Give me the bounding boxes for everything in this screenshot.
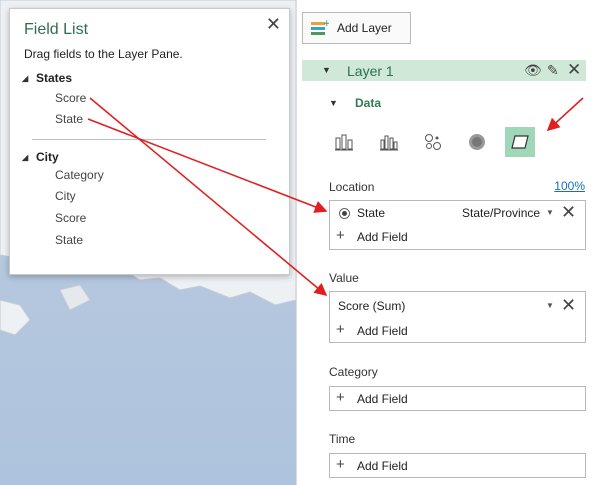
location-box: State State/Province ▼ ✕ + Add Field — [329, 200, 586, 250]
radio-icon[interactable] — [339, 208, 350, 219]
location-field-row[interactable]: State State/Province ▼ ✕ — [330, 202, 585, 224]
add-layer-icon: + — [311, 19, 329, 35]
add-field-label: Add Field — [357, 230, 408, 244]
clustered-column-icon — [380, 135, 398, 151]
clustered-column-button[interactable] — [374, 127, 404, 157]
value-field-row[interactable]: Score (Sum) ▼ ✕ — [330, 295, 585, 317]
field-item-score[interactable]: Score — [55, 91, 86, 105]
delete-icon[interactable]: ✕ — [567, 60, 581, 80]
plus-icon: + — [336, 389, 345, 406]
field-item-state[interactable]: State — [55, 112, 83, 126]
heat-map-button[interactable] — [462, 127, 492, 157]
field-item-state[interactable]: State — [55, 233, 83, 247]
collapse-triangle-icon[interactable]: ◢ — [22, 74, 28, 83]
location-field-name: State — [357, 206, 386, 220]
collapse-triangle-icon[interactable]: ▼ — [322, 65, 331, 75]
field-list-panel: Field List ✕ Drag fields to the Layer Pa… — [9, 8, 290, 275]
add-field-row[interactable]: + Add Field — [330, 226, 585, 248]
dropdown-arrow-icon[interactable]: ▼ — [546, 301, 554, 310]
layer-header[interactable]: ▼ Layer 1 👁 ✎ ✕ — [302, 60, 586, 81]
category-label: Category — [329, 365, 378, 379]
add-field-row[interactable]: + Add Field — [330, 388, 585, 410]
stacked-column-icon — [335, 134, 353, 151]
eye-icon[interactable]: 👁 — [524, 62, 542, 79]
value-label: Value — [329, 271, 359, 285]
value-box: Score (Sum) ▼ ✕ + Add Field — [329, 291, 586, 343]
stacked-column-button[interactable] — [329, 127, 359, 157]
remove-field-icon[interactable]: ✕ — [561, 295, 576, 316]
bubble-button[interactable] — [418, 127, 448, 157]
field-group-city[interactable]: ◢ City — [22, 150, 59, 164]
location-label: Location — [329, 180, 375, 194]
time-box: + Add Field — [329, 453, 586, 478]
collapse-triangle-icon[interactable]: ◢ — [22, 153, 28, 162]
remove-field-icon[interactable]: ✕ — [561, 202, 576, 223]
layer-name[interactable]: Layer 1 — [347, 63, 394, 79]
add-field-row[interactable]: + Add Field — [330, 320, 585, 342]
plus-icon: + — [336, 456, 345, 473]
layer-pane: + Add Layer ▼ Layer 1 👁 ✎ ✕ ▼ Data Locat… — [296, 0, 607, 485]
divider — [32, 139, 266, 140]
add-field-label: Add Field — [357, 459, 408, 473]
bubble-icon — [425, 134, 441, 150]
field-group-states[interactable]: ◢ States — [22, 71, 72, 85]
value-field-name: Score (Sum) — [338, 299, 406, 313]
add-field-label: Add Field — [357, 392, 408, 406]
field-item-score[interactable]: Score — [55, 211, 86, 225]
region-icon — [511, 135, 529, 149]
plus-icon: + — [336, 321, 345, 338]
pencil-icon[interactable]: ✎ — [547, 62, 559, 79]
add-layer-button[interactable]: + Add Layer — [302, 12, 411, 44]
add-field-row[interactable]: + Add Field — [330, 455, 585, 477]
data-label: Data — [355, 96, 382, 110]
category-box: + Add Field — [329, 386, 586, 411]
dropdown-arrow-icon[interactable]: ▼ — [546, 208, 554, 217]
collapse-triangle-icon[interactable]: ▼ — [329, 98, 338, 108]
region-button[interactable] — [505, 127, 535, 157]
plus-icon: + — [336, 227, 345, 244]
svg-text:+: + — [323, 19, 329, 29]
heat-map-icon — [469, 134, 485, 150]
field-item-city[interactable]: City — [55, 189, 76, 203]
field-list-subtitle: Drag fields to the Layer Pane. — [24, 47, 183, 61]
geography-type-dropdown[interactable]: State/Province — [462, 206, 540, 220]
time-label: Time — [329, 432, 356, 446]
zoom-percent-link[interactable]: 100% — [554, 179, 585, 193]
field-item-category[interactable]: Category — [55, 168, 104, 182]
add-field-label: Add Field — [357, 324, 408, 338]
add-layer-label: Add Layer — [337, 21, 392, 35]
close-icon[interactable]: ✕ — [266, 14, 281, 35]
field-list-title: Field List — [24, 21, 89, 38]
